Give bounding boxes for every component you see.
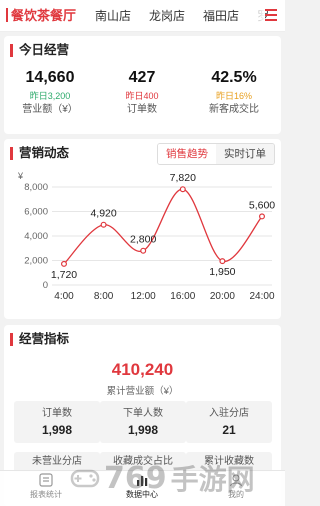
sales-series-line xyxy=(63,188,263,265)
tab-futian[interactable]: 福田店 xyxy=(194,0,248,31)
today-title: 今日经营 xyxy=(10,44,69,57)
nav-report[interactable]: 报表统计 xyxy=(16,473,76,500)
indicators-title: 经营指标 xyxy=(10,333,69,346)
data-point xyxy=(100,221,107,228)
marketing-segmented-control: 销售趋势 实时订单 xyxy=(157,143,275,165)
data-point xyxy=(219,258,226,265)
kpi-new-customer-yesterday: 昨日16% xyxy=(215,91,252,101)
tab-fade xyxy=(241,0,265,31)
data-label: 7,820 xyxy=(170,172,196,184)
x-tick-label: 20:00 xyxy=(210,291,235,302)
data-label: 1,950 xyxy=(209,266,235,278)
y-tick-label: 6,000 xyxy=(24,207,48,218)
kpi-revenue[interactable]: 14,660 昨日3,200 营业额（¥） xyxy=(4,68,96,117)
kpi-new-customer[interactable]: 42.5% 昨日16% 新客成交比 xyxy=(188,68,280,117)
marketing-card: 营销动态 销售趋势 实时订单 ¥0 2,000 4,000 6,000 8,000 4:0… xyxy=(4,139,281,319)
kpi-revenue-value: 14,660 xyxy=(25,69,75,86)
tab-live-orders[interactable]: 实时订单 xyxy=(216,144,274,164)
x-tick-label: 4:00 xyxy=(54,291,74,302)
marketing-title: 营销动态 xyxy=(10,147,69,160)
watermark-text: 手游网 xyxy=(170,464,255,495)
tab-nanshan[interactable]: 南山店 xyxy=(86,0,140,31)
data-label: 2,800 xyxy=(130,234,156,246)
metric-orders-label: 订单数 xyxy=(42,408,72,419)
y-tick-label: 0 xyxy=(43,280,48,291)
y-axis-unit-label: ¥ xyxy=(17,171,24,181)
data-point xyxy=(140,247,147,254)
y-tick-label: 2,000 xyxy=(24,256,48,267)
metric-stores-label: 入驻分店 xyxy=(209,408,249,419)
metric-orders[interactable]: 订单数 1,998 xyxy=(14,401,100,443)
metric-buyers-label: 下单人数 xyxy=(123,408,163,419)
hamburger-menu-icon[interactable] xyxy=(265,9,277,21)
kpi-orders[interactable]: 427 昨日400 订单数 xyxy=(96,68,188,117)
x-tick-label: 8:00 xyxy=(94,291,114,302)
x-tick-label: 12:00 xyxy=(131,291,156,302)
data-label: 5,600 xyxy=(249,199,275,211)
metric-stores[interactable]: 入驻分店 21 xyxy=(186,401,272,443)
tab-restaurant[interactable]: 餐饮茶餐厅 xyxy=(0,0,86,31)
total-revenue-value: 410,240 xyxy=(111,360,174,379)
sales-line-chart: ¥0 2,000 4,000 6,000 8,000 4:00 8:00 12:00 16:00… xyxy=(17,171,275,302)
kpi-new-customer-label: 新客成交比 xyxy=(209,104,259,115)
gamepad-logo-icon xyxy=(70,469,100,488)
metric-stores-value: 21 xyxy=(222,423,236,437)
kpi-orders-label: 订单数 xyxy=(127,104,157,115)
data-point xyxy=(179,186,186,193)
report-icon xyxy=(39,473,53,487)
kpi-orders-value: 427 xyxy=(128,69,156,86)
data-point xyxy=(259,213,266,220)
kpi-revenue-yesterday: 昨日3,200 xyxy=(29,91,71,101)
nav-report-label: 报表统计 xyxy=(30,490,62,499)
total-revenue-label: 累计营业额（¥） xyxy=(106,386,179,397)
metric-buyers[interactable]: 下单人数 1,998 xyxy=(100,401,186,443)
tab-longgang[interactable]: 龙岗店 xyxy=(140,0,194,31)
data-label: 1,720 xyxy=(51,269,77,281)
data-label: 4,920 xyxy=(90,208,116,220)
metric-orders-value: 1,998 xyxy=(41,423,73,437)
today-business-card: 今日经营 14,660 昨日3,200 营业额（¥） 427 昨日400 订单数… xyxy=(4,36,281,134)
tab-sales-trend[interactable]: 销售趋势 xyxy=(158,144,216,164)
x-tick-label: 16:00 xyxy=(170,291,195,302)
metric-buyers-value: 1,998 xyxy=(127,423,159,437)
site-watermark: 769 手游网 xyxy=(70,454,270,502)
kpi-new-customer-value: 42.5% xyxy=(211,69,257,86)
x-tick-label: 24:00 xyxy=(249,291,274,302)
store-tab-bar: 餐饮茶餐厅 南山店 龙岗店 福田店 罗 xyxy=(0,0,285,32)
y-tick-label: 4,000 xyxy=(24,231,48,242)
y-tick-label: 8,000 xyxy=(24,182,48,193)
watermark-number: 769 xyxy=(104,460,167,496)
kpi-orders-yesterday: 昨日400 xyxy=(125,91,159,101)
kpi-revenue-label: 营业额（¥） xyxy=(22,104,78,115)
data-point xyxy=(60,260,67,267)
